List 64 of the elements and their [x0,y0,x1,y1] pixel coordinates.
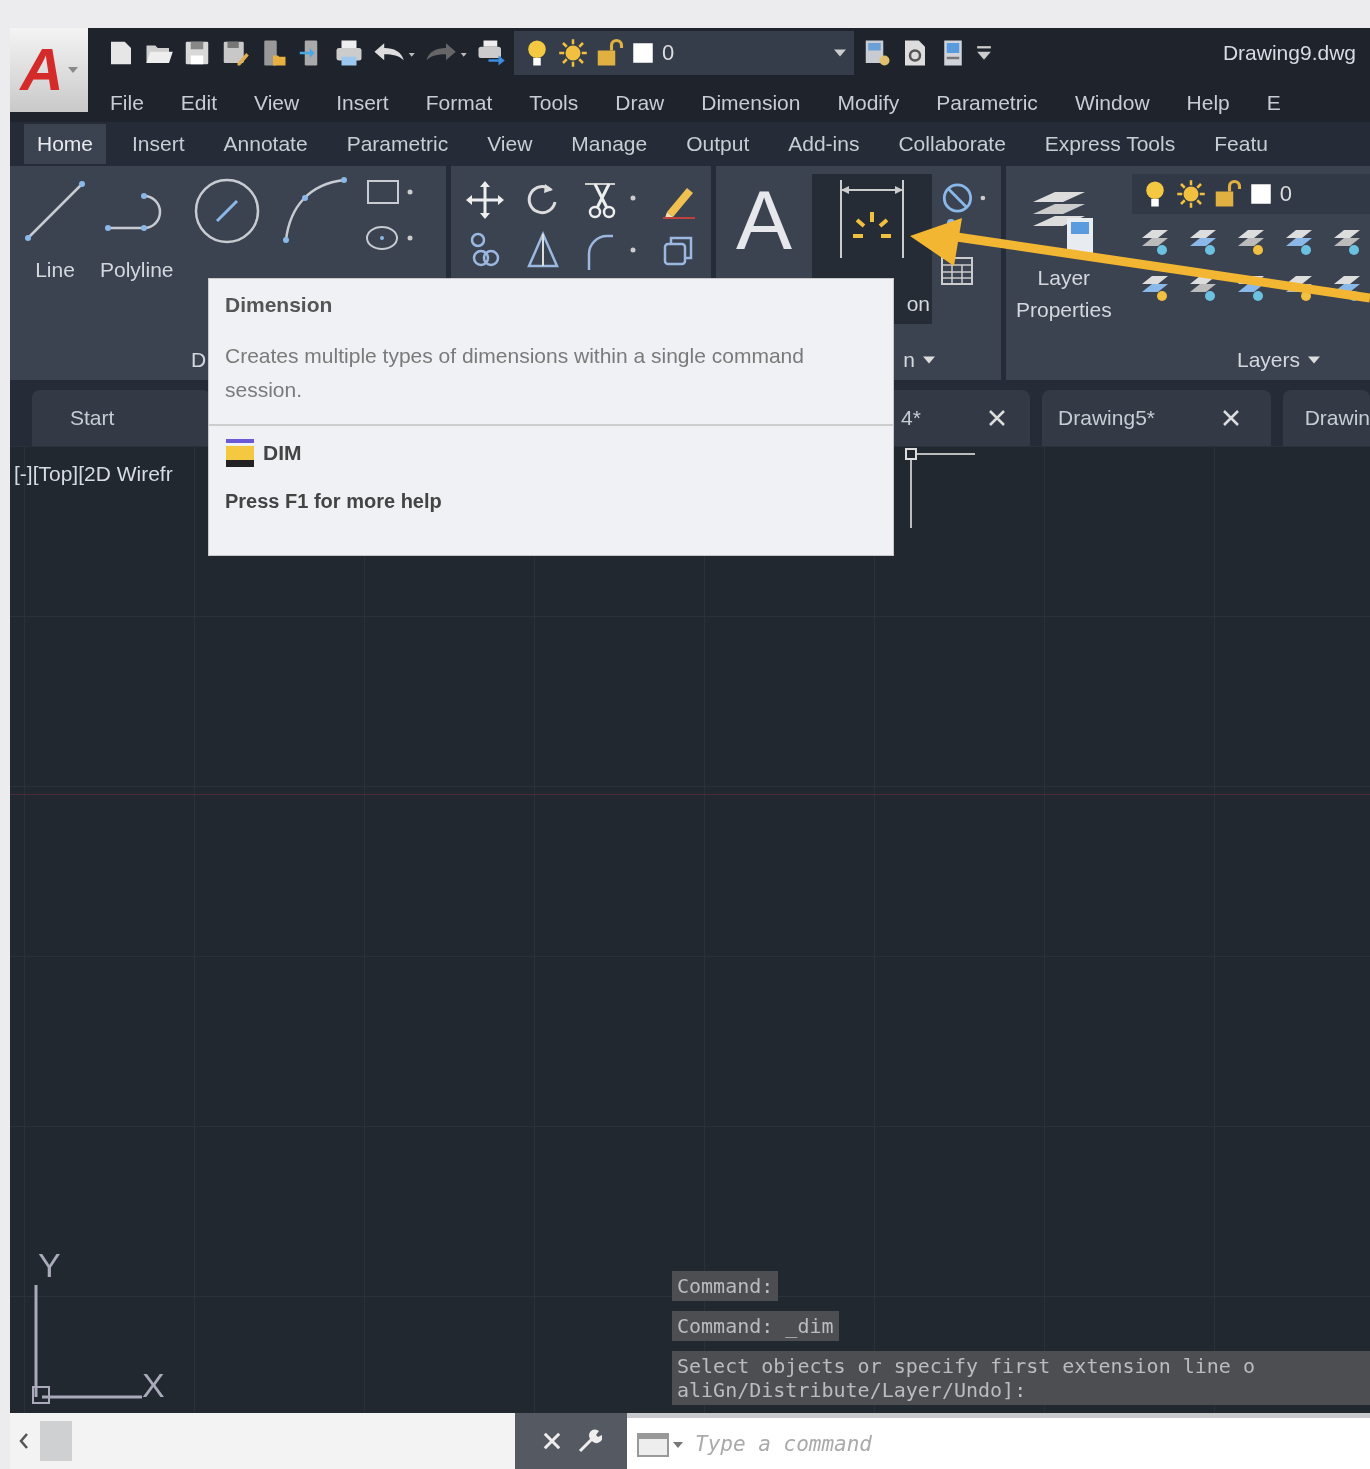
ribbon-tab[interactable]: Parametric [333,124,462,164]
layer-dropdown[interactable]: 0 [514,31,854,75]
help-hint: Press F1 for more help [225,490,443,514]
scroll-left-icon[interactable] [18,1431,30,1451]
panel-title: n [903,348,915,372]
ribbon-tab[interactable]: Output [673,124,763,164]
y-axis-label: Y [38,1246,62,1285]
menu-item[interactable]: Dimension [701,91,801,115]
caret-icon[interactable] [923,356,935,364]
text-tool-button[interactable]: A [724,174,804,262]
customize-dropdown-icon[interactable] [976,45,992,61]
ribbon-tab[interactable]: View [474,124,546,164]
ucs-axes-icon [32,1285,142,1405]
ribbon-tab[interactable]: Annotate [210,124,321,164]
application-menu-button[interactable]: A [10,28,88,112]
ribbon-tab[interactable]: Insert [119,124,198,164]
ribbon-tab[interactable]: Home [24,124,107,164]
panel-title: Layers [1236,348,1300,372]
line-tool-button[interactable]: Line [20,176,90,282]
document-tab[interactable]: Start [32,390,211,446]
menu-item[interactable]: File [110,91,144,115]
menu-item[interactable]: Modify [837,91,900,115]
ribbon-tab[interactable]: Add-ins [775,124,873,164]
sun-icon [558,38,588,68]
printer-icon[interactable] [334,38,364,68]
crosshair-cursor-icon [905,448,975,528]
layer-dropdown[interactable]: 0 [1131,174,1370,214]
close-icon[interactable] [986,408,1007,428]
plot-icon[interactable] [476,38,506,68]
polyline-tool-button[interactable]: Polyline [100,176,174,282]
menu-item[interactable]: E [1266,91,1281,115]
dimension-command-icon [225,438,255,469]
menu-item[interactable]: View [254,91,300,115]
menu-item[interactable]: Tools [529,91,579,115]
layer-properties-button[interactable]: Layer Properties [1016,174,1112,325]
caret-icon[interactable] [1308,356,1320,364]
menu-item[interactable]: Parametric [936,91,1038,115]
wrench-icon[interactable] [578,1429,602,1453]
caret-icon [834,49,846,57]
document-tab[interactable]: Drawing5* [1042,390,1271,446]
move-icon[interactable] [465,180,505,220]
sun-icon [1175,179,1206,209]
tooltip-title: Dimension [225,293,334,317]
menu-item[interactable]: Format [425,91,493,115]
x-axis-label: X [142,1366,165,1405]
table-icon[interactable] [940,256,974,286]
window-title: Drawing9.dwg [1222,41,1357,65]
ribbon-tab[interactable]: Collaborate [885,124,1019,164]
menu-item[interactable]: Window [1074,91,1150,115]
ribbon-tab[interactable]: Manage [558,124,661,164]
menu-item[interactable]: Edit [180,91,218,115]
viewport-controls-label[interactable]: [-][Top][2D Wirefr [10,446,173,486]
ribbon-tab[interactable]: Express Tools [1031,124,1189,164]
menu-item[interactable]: Insert [336,91,389,115]
menu-item[interactable]: Help [1186,91,1230,115]
document-tab[interactable]: Drawin [1282,390,1370,446]
caret-icon [67,67,78,73]
dimension-icon [837,178,907,258]
close-icon[interactable] [1221,408,1241,428]
horizontal-scrollbar[interactable] [10,1413,515,1469]
scroll-thumb[interactable] [40,1421,72,1461]
ribbon-tab[interactable]: Featu [1201,124,1281,164]
panel-title: D [190,347,207,373]
menu-item[interactable]: Draw [615,91,665,115]
